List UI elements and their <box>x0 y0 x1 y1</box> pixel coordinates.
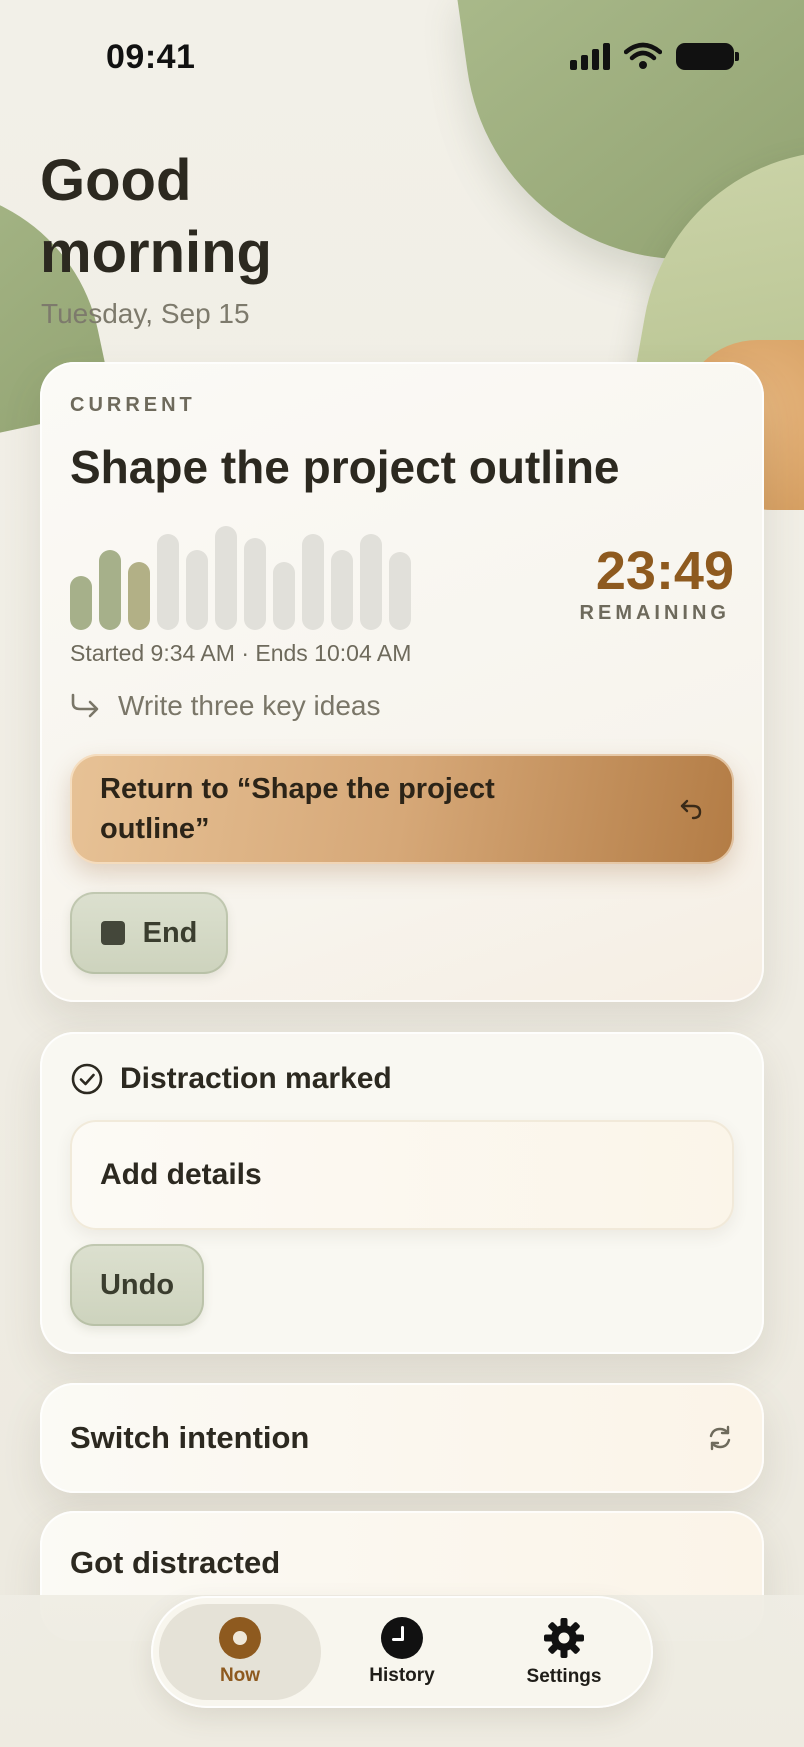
switch-intention-label: Switch intention <box>70 1420 310 1455</box>
tab-history-label: History <box>369 1665 435 1686</box>
distraction-card: Distraction marked Add details Undo <box>40 1032 764 1354</box>
cellular-signal-icon <box>570 42 610 70</box>
battery-icon <box>676 42 739 70</box>
switch-intention-button[interactable]: Switch intention <box>40 1383 764 1493</box>
distraction-status: Distraction marked <box>70 1062 392 1096</box>
distraction-status-label: Distraction marked <box>120 1062 392 1095</box>
check-circle-icon <box>71 1063 103 1095</box>
progress-bar-remaining <box>244 538 266 630</box>
progress-bar-remaining <box>273 562 295 630</box>
next-step-label: Write three key ideas <box>118 690 381 721</box>
end-button[interactable]: End <box>70 892 228 974</box>
remaining-label: REMAINING <box>579 602 730 624</box>
current-overline: CURRENT <box>70 394 196 416</box>
progress-bar-remaining <box>389 552 411 630</box>
status-icons <box>570 42 739 70</box>
return-to-intention-button[interactable]: Return to “Shape the project outline” <box>70 754 734 864</box>
return-button-label: Return to “Shape the project outline” <box>100 773 495 845</box>
greeting-title: Good morning <box>40 148 272 285</box>
add-details-field[interactable]: Add details <box>70 1120 734 1230</box>
wifi-icon <box>624 42 662 69</box>
next-step: Write three key ideas <box>70 690 381 722</box>
app-screen: 09:41 Good morning Tuesday, Sep 15 CURRE… <box>0 0 804 1747</box>
progress-bar-elapsed <box>128 562 150 630</box>
progress-bar-elapsed <box>70 576 92 630</box>
tab-bar: Now History Settings <box>151 1596 653 1708</box>
progress-bar-elapsed <box>99 550 121 630</box>
progress-bars <box>70 520 430 630</box>
progress-bar-remaining <box>157 534 179 630</box>
tab-now-label: Now <box>219 1665 261 1686</box>
progress-bar-remaining <box>302 534 324 630</box>
status-time: 09:41 <box>106 38 196 76</box>
progress-bar-remaining <box>331 550 353 630</box>
progress-bar-remaining <box>360 534 382 630</box>
tab-settings[interactable]: Settings <box>483 1604 645 1700</box>
tab-now[interactable]: Now <box>159 1604 321 1700</box>
tab-settings-label: Settings <box>526 1666 602 1687</box>
tab-history[interactable]: History <box>321 1604 483 1700</box>
return-arrow-icon <box>680 799 702 820</box>
session-times: Started 9:34 AM · Ends 10:04 AM <box>70 640 412 666</box>
progress-bar-remaining <box>186 550 208 630</box>
got-distracted-label: Got distracted <box>70 1545 281 1580</box>
intention-title: Shape the project outline <box>70 441 620 493</box>
countdown-timer: 23:49 <box>595 541 734 601</box>
arrow-turn-right-icon <box>71 693 99 718</box>
gear-icon <box>544 1618 584 1658</box>
stop-icon <box>100 921 125 945</box>
date-label: Tuesday, Sep 15 <box>41 298 250 329</box>
progress-bar-remaining <box>215 526 237 630</box>
end-button-label: End <box>142 916 198 949</box>
refresh-icon <box>709 1425 731 1451</box>
current-intention-card: CURRENT Shape the project outline 23:49 … <box>40 362 764 1002</box>
undo-button[interactable]: Undo <box>70 1244 204 1326</box>
target-icon <box>219 1617 261 1659</box>
clock-icon <box>381 1617 423 1659</box>
status-bar: 09:41 <box>0 0 804 110</box>
